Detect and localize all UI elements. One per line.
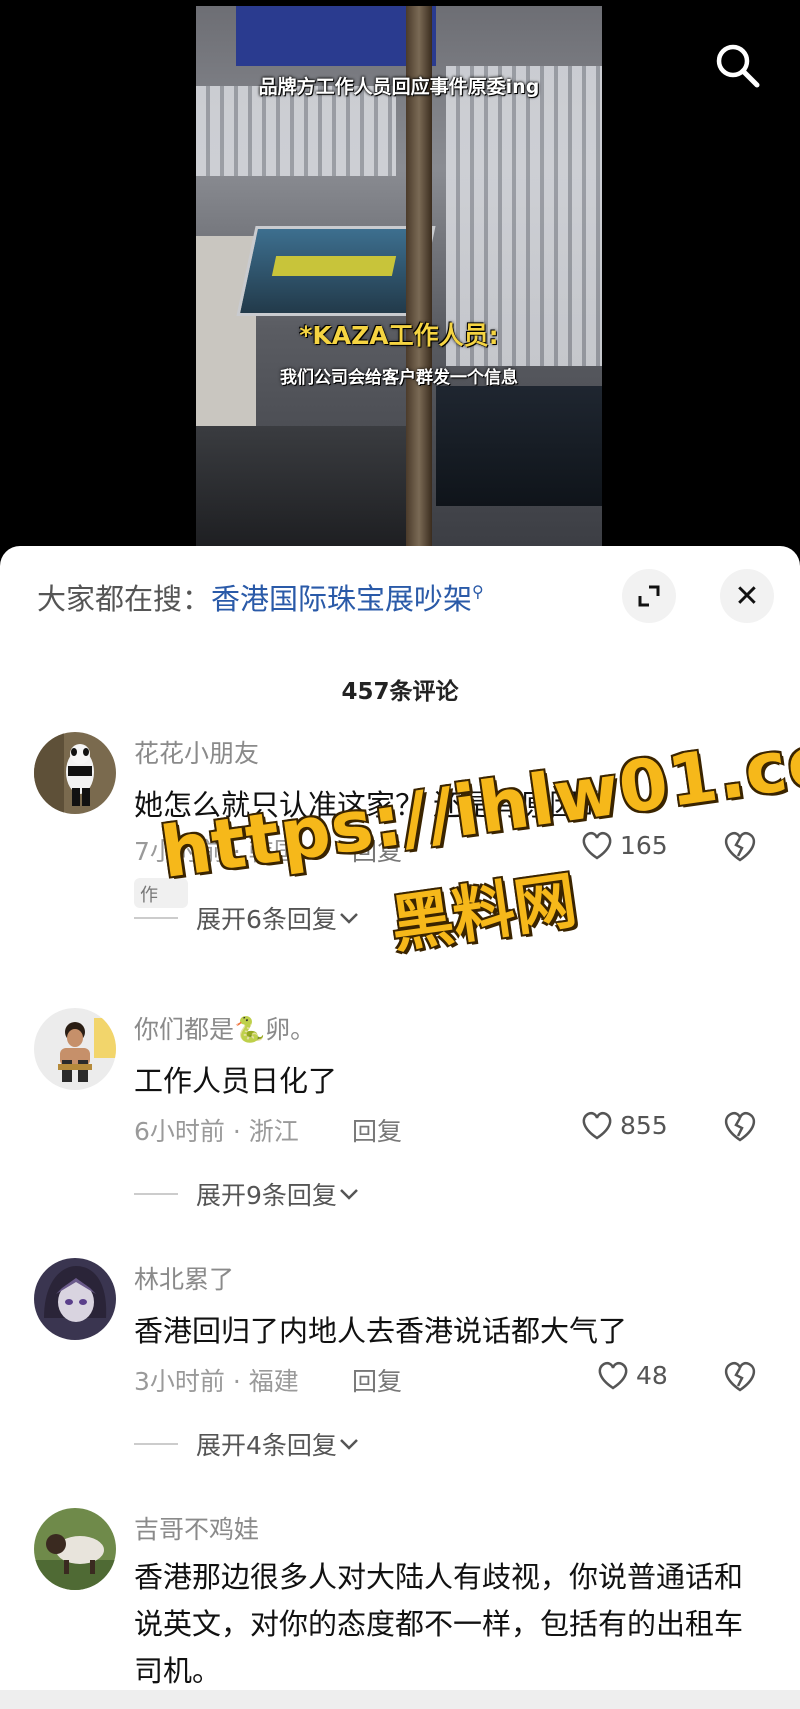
- comment-count: 457条评论: [341, 679, 459, 705]
- search-small-icon: ⚲: [472, 582, 484, 601]
- like-count: 165: [620, 830, 668, 860]
- video-scene-floor: [196, 426, 406, 546]
- comment-text: 香港回归了内地人去香港说话都大气了: [134, 1314, 628, 1348]
- close-icon: ✕: [734, 578, 760, 614]
- trending-search-row[interactable]: 大家都在搜：香港国际珠宝展吵架⚲: [37, 576, 484, 618]
- video-frame[interactable]: 品牌方工作人员回应事件原委ing *KAZA工作人员: 我们公司会给客户群发一个…: [196, 6, 602, 546]
- comment-username[interactable]: 花花小朋友: [134, 734, 259, 770]
- expand-icon: [638, 585, 660, 607]
- trending-search-label: 大家都在搜：: [37, 582, 212, 616]
- avatar[interactable]: [34, 1008, 116, 1090]
- expand-replies-label: 展开6条回复: [196, 905, 337, 934]
- comment-text: 香港那边很多人对大陆人有歧视，你说普通话和说英文，对你的态度都不一样，包括有的出…: [134, 1560, 744, 1688]
- broken-heart-icon: [724, 1111, 756, 1142]
- bottom-divider: [0, 1690, 800, 1709]
- comment-username[interactable]: 你们都是🐍卵。: [134, 1010, 315, 1046]
- close-sheet-button[interactable]: ✕: [720, 569, 774, 623]
- chevron-down-icon: [340, 1439, 358, 1450]
- trending-search-term[interactable]: 香港国际珠宝展吵架: [211, 582, 472, 616]
- expand-replies-button[interactable]: 展开6条回复: [134, 900, 361, 936]
- dislike-button[interactable]: [722, 1110, 758, 1146]
- dislike-button[interactable]: [722, 1360, 758, 1396]
- video-scene-counter: [436, 386, 602, 506]
- expand-replies-button[interactable]: 展开4条回复: [134, 1426, 361, 1462]
- avatar[interactable]: [34, 732, 116, 814]
- comment-time-location: 3小时前 · 福建: [134, 1367, 299, 1396]
- video-scene-shelf: [196, 86, 396, 176]
- expand-replies-button[interactable]: 展开9条回复: [134, 1176, 361, 1212]
- video-caption-subtitle: 我们公司会给客户群发一个信息: [280, 368, 518, 388]
- chevron-down-icon: [340, 1189, 358, 1200]
- comment-username[interactable]: 林北累了: [134, 1260, 234, 1296]
- reply-button[interactable]: 回复: [352, 1112, 402, 1148]
- chevron-down-icon: [340, 913, 358, 924]
- like-count: 48: [636, 1360, 668, 1390]
- comment-text: 工作人员日化了: [134, 1064, 338, 1098]
- expand-divider: [134, 1193, 178, 1195]
- avatar-image: [34, 1258, 116, 1340]
- video-player[interactable]: 品牌方工作人员回应事件原委ing *KAZA工作人员: 我们公司会给客户群发一个…: [0, 0, 800, 560]
- dislike-button[interactable]: [722, 830, 758, 866]
- comment-sheet: 大家都在搜：香港国际珠宝展吵架⚲ ✕ 457条评论 花花小朋友 她怎么就只认准这…: [0, 546, 800, 1709]
- like-count: 855: [620, 1110, 668, 1140]
- comment-username[interactable]: 吉哥不鸡娃: [134, 1510, 259, 1546]
- avatar-image: [34, 732, 116, 814]
- like-button[interactable]: 855: [580, 1110, 668, 1140]
- broken-heart-icon: [724, 831, 756, 862]
- expand-divider: [134, 1443, 178, 1445]
- reply-button[interactable]: 回复: [352, 1362, 402, 1398]
- video-caption-speaker: *KAZA工作人员:: [299, 321, 499, 350]
- expand-replies-label: 展开4条回复: [196, 1431, 337, 1460]
- like-button[interactable]: 48: [596, 1360, 668, 1390]
- heart-icon: [598, 1361, 628, 1390]
- avatar[interactable]: [34, 1258, 116, 1340]
- broken-heart-icon: [724, 1361, 756, 1392]
- video-scene-tray: [271, 256, 397, 276]
- expand-sheet-button[interactable]: [622, 569, 676, 623]
- expand-divider: [134, 917, 178, 919]
- avatar-image: [34, 1008, 116, 1090]
- like-button[interactable]: 165: [580, 830, 668, 860]
- comment-time-location: 6小时前 · 浙江: [134, 1117, 299, 1146]
- search-icon: [716, 44, 760, 88]
- avatar[interactable]: [34, 1508, 116, 1590]
- heart-icon: [582, 1111, 612, 1140]
- search-button[interactable]: [712, 40, 764, 92]
- video-caption-top: 品牌方工作人员回应事件原委ing: [258, 76, 540, 98]
- expand-replies-label: 展开9条回复: [196, 1181, 337, 1210]
- avatar-image: [34, 1508, 116, 1590]
